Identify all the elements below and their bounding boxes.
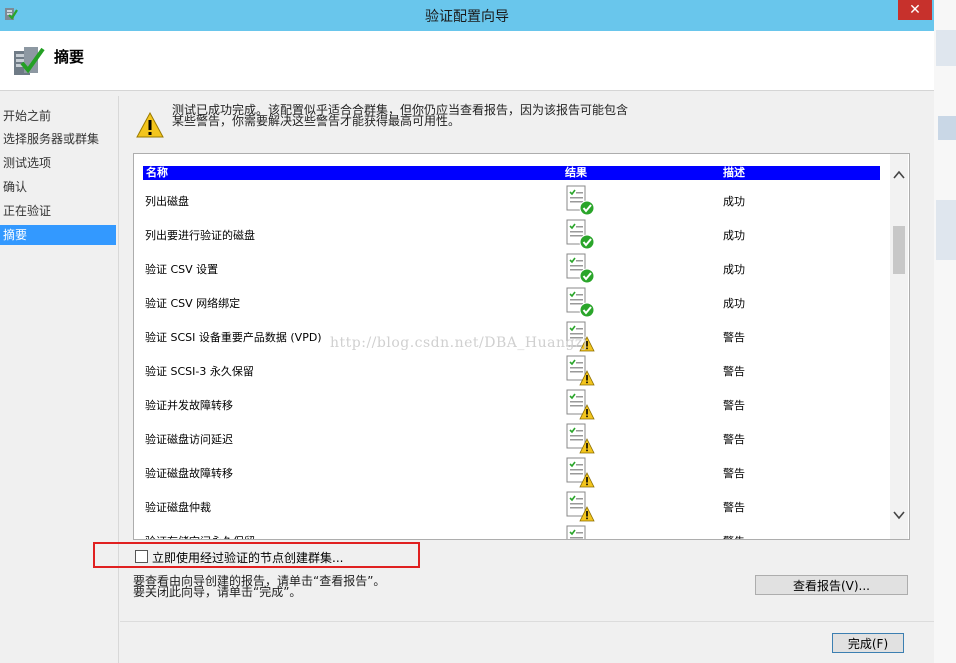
info-line-2: 要关闭此向导，请单击“完成”。 bbox=[133, 585, 302, 599]
table-row[interactable]: 验证存储空间永久保留 警告 bbox=[143, 524, 880, 539]
row-test-name: 验证并发故障转移 bbox=[145, 399, 233, 412]
nav-step-validating[interactable]: 正在验证 bbox=[0, 201, 116, 221]
row-test-name: 验证 CSV 网络绑定 bbox=[145, 297, 241, 310]
warning-icon bbox=[563, 388, 595, 420]
footer-bar bbox=[120, 621, 934, 663]
row-test-name: 验证 SCSI-3 永久保留 bbox=[145, 365, 254, 378]
table-row[interactable]: 验证 SCSI-3 永久保留 警告 bbox=[143, 354, 880, 388]
table-row[interactable]: 验证磁盘故障转移 警告 bbox=[143, 456, 880, 490]
success-icon bbox=[563, 286, 595, 318]
nav-step-test-options[interactable]: 测试选项 bbox=[0, 153, 116, 173]
create-cluster-label[interactable]: 立即使用经过验证的节点创建群集... bbox=[152, 549, 343, 566]
create-cluster-highlight: 立即使用经过验证的节点创建群集... bbox=[93, 542, 420, 568]
page-title: 摘要 bbox=[54, 48, 85, 66]
vertical-scrollbar[interactable] bbox=[890, 154, 908, 539]
title-bar[interactable]: 验证配置向导 ✕ bbox=[0, 0, 934, 31]
report-info: 要查看由向导创建的报告，请单击“查看报告”。 要关闭此向导，请单击“完成”。 bbox=[133, 575, 385, 599]
row-description: 警告 bbox=[723, 365, 745, 378]
scroll-thumb[interactable] bbox=[893, 226, 905, 274]
table-row[interactable]: 列出磁盘 成功 bbox=[143, 184, 880, 218]
row-test-name: 验证磁盘仲裁 bbox=[145, 501, 211, 514]
nav-step-summary[interactable]: 摘要 bbox=[0, 225, 116, 245]
scroll-up-icon[interactable] bbox=[892, 168, 906, 182]
table-row[interactable]: 列出要进行验证的磁盘 成功 bbox=[143, 218, 880, 252]
row-description: 成功 bbox=[723, 297, 745, 310]
background-window-edge bbox=[934, 0, 956, 663]
background-tab bbox=[938, 116, 956, 140]
warning-icon bbox=[136, 112, 164, 138]
success-icon bbox=[563, 184, 595, 216]
warning-icon bbox=[563, 524, 595, 539]
create-cluster-checkbox[interactable] bbox=[135, 550, 148, 563]
table-row[interactable]: 验证磁盘访问延迟 警告 bbox=[143, 422, 880, 456]
row-description: 成功 bbox=[723, 195, 745, 208]
wizard-steps-nav: 开始之前 选择服务器或群集 测试选项 确认 正在验证 摘要 bbox=[0, 96, 119, 663]
close-button[interactable]: ✕ bbox=[898, 0, 932, 20]
view-report-button[interactable]: 查看报告(V)... bbox=[755, 575, 908, 595]
background-strip bbox=[936, 30, 956, 66]
table-row[interactable]: 验证并发故障转移 警告 bbox=[143, 388, 880, 422]
wizard-window: 验证配置向导 ✕ 摘要 开始之前 选择服务器或群集 测试选项 确认 正在验证 摘… bbox=[0, 0, 934, 663]
table-row[interactable]: 验证 CSV 设置 成功 bbox=[143, 252, 880, 286]
results-header: 名称 结果 描述 bbox=[143, 166, 880, 180]
finish-button[interactable]: 完成(F) bbox=[832, 633, 904, 653]
warning-icon bbox=[563, 354, 595, 386]
row-description: 警告 bbox=[723, 467, 745, 480]
row-test-name: 验证磁盘故障转移 bbox=[145, 467, 233, 480]
window-title: 验证配置向导 bbox=[425, 9, 509, 25]
table-row[interactable]: 验证磁盘仲裁 警告 bbox=[143, 490, 880, 524]
row-test-name: 验证磁盘访问延迟 bbox=[145, 433, 233, 446]
row-description: 成功 bbox=[723, 229, 745, 242]
row-test-name: 验证 SCSI 设备重要产品数据 (VPD) bbox=[145, 331, 322, 344]
row-test-name: 列出要进行验证的磁盘 bbox=[145, 229, 255, 242]
table-row[interactable]: 验证 CSV 网络绑定 成功 bbox=[143, 286, 880, 320]
nav-step-confirm[interactable]: 确认 bbox=[0, 177, 116, 197]
column-description[interactable]: 描述 bbox=[723, 166, 745, 180]
warning-icon bbox=[563, 456, 595, 488]
results-list[interactable]: 名称 结果 描述 列出磁盘 成功 列出要进行验证的磁盘 成功 验证 CSV 设置 成功 验证… bbox=[133, 153, 910, 540]
row-test-name: 验证 CSV 设置 bbox=[145, 263, 219, 276]
nav-step-select-servers[interactable]: 选择服务器或群集 bbox=[0, 129, 116, 149]
success-icon bbox=[563, 252, 595, 284]
row-description: 成功 bbox=[723, 263, 745, 276]
row-description: 警告 bbox=[723, 399, 745, 412]
row-test-name: 验证存储空间永久保留 bbox=[145, 533, 255, 539]
column-result[interactable]: 结果 bbox=[565, 166, 587, 180]
warning-icon bbox=[563, 422, 595, 454]
page-header: 摘要 bbox=[0, 31, 934, 91]
watermark-text: http://blog.csdn.net/DBA_Huangzj bbox=[330, 335, 588, 351]
background-strip bbox=[936, 200, 956, 260]
warning-icon bbox=[563, 490, 595, 522]
row-description: 警告 bbox=[723, 331, 745, 344]
summary-line-2: 某些警告，你需要解决这些警告才能获得最高可用性。 bbox=[172, 114, 461, 128]
success-icon bbox=[563, 218, 595, 250]
summary-message: 测试已成功完成。该配置似乎适合合群集，但你仍应当查看报告，因为该报告可能包含 某… bbox=[172, 104, 672, 128]
nav-step-before-you-begin[interactable]: 开始之前 bbox=[0, 106, 116, 126]
row-description: 警告 bbox=[723, 501, 745, 514]
row-test-name: 列出磁盘 bbox=[145, 195, 189, 208]
row-description: 警告 bbox=[723, 533, 745, 539]
validation-wizard-icon bbox=[14, 47, 45, 75]
column-name[interactable]: 名称 bbox=[146, 166, 168, 180]
scroll-down-icon[interactable] bbox=[892, 508, 906, 522]
row-description: 警告 bbox=[723, 433, 745, 446]
